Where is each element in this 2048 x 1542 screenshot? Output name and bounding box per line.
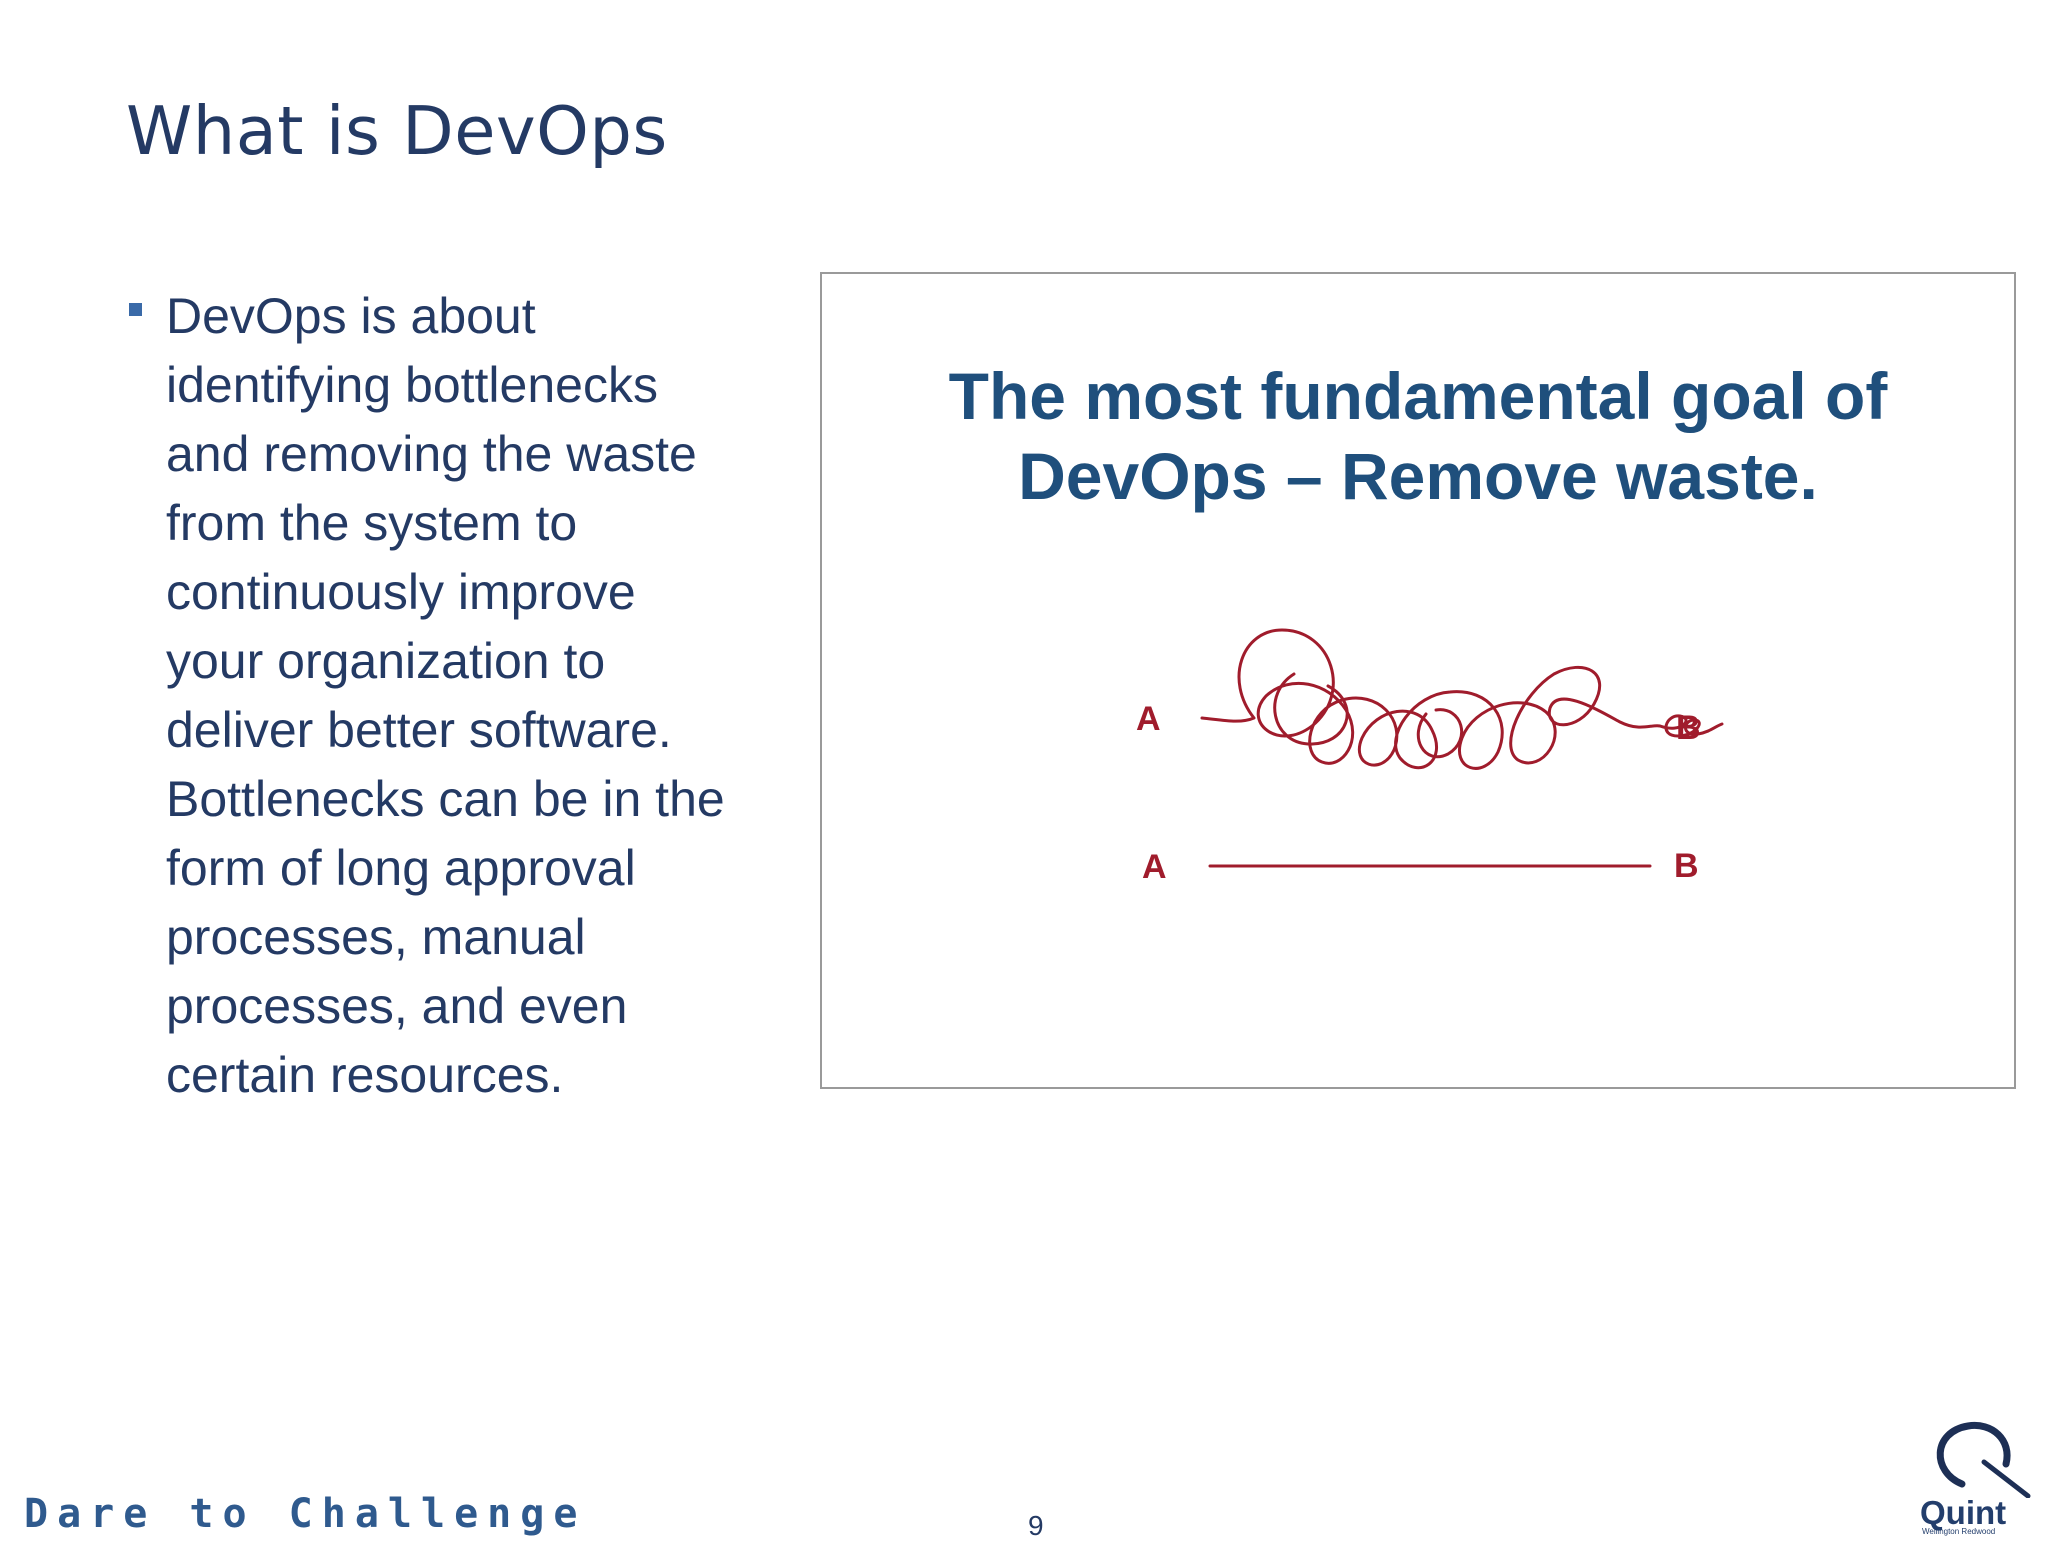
waste-diagram-image: The most fundamental goal of DevOps – Re… bbox=[820, 272, 2016, 1089]
slide-title: What is DevOps bbox=[126, 92, 668, 170]
straight-start-label: A bbox=[1142, 848, 1167, 886]
logo-wordmark: Quint bbox=[1920, 1494, 2007, 1531]
tangled-path-knot bbox=[1273, 672, 1464, 759]
bullet-square-icon bbox=[129, 303, 142, 316]
path-diagram: A B A B bbox=[1136, 628, 1724, 886]
bullet-item: DevOps is about identifying bottlenecks … bbox=[126, 282, 726, 1110]
quint-logo: Quint Wellington Redwood bbox=[1912, 1418, 2042, 1536]
footer-tagline: Dare to Challenge bbox=[24, 1491, 587, 1537]
tangled-path-line bbox=[1200, 628, 1724, 770]
quint-swoosh-icon bbox=[1936, 1421, 2031, 1499]
straight-end-label: B bbox=[1674, 847, 1699, 885]
logo-subtitle: Wellington Redwood bbox=[1922, 1527, 1996, 1536]
page-number: 9 bbox=[1028, 1510, 1044, 1541]
tangled-start-label: A bbox=[1136, 700, 1161, 738]
bullet-text: DevOps is about identifying bottlenecks … bbox=[166, 288, 725, 1103]
tangled-end-label: B bbox=[1676, 709, 1701, 747]
bullet-list: DevOps is about identifying bottlenecks … bbox=[126, 282, 726, 1110]
